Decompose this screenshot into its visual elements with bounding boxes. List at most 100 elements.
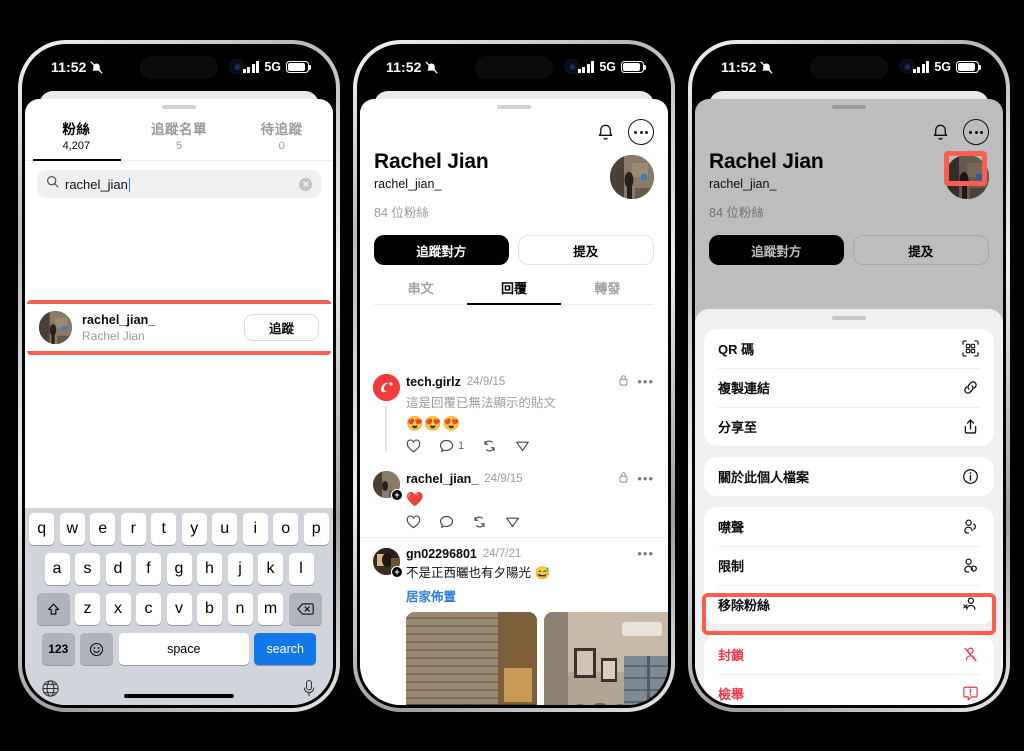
like-icon[interactable] bbox=[406, 439, 421, 453]
result-display-name: Rachel Jian bbox=[82, 328, 145, 343]
share-icon[interactable] bbox=[505, 515, 520, 529]
post-image[interactable] bbox=[544, 612, 668, 705]
add-badge-icon[interactable]: + bbox=[391, 566, 403, 579]
key-c[interactable]: c bbox=[136, 593, 161, 625]
action-copy-link[interactable]: 複製連結 bbox=[704, 368, 994, 407]
bell-icon[interactable] bbox=[592, 119, 618, 145]
key-k[interactable]: k bbox=[258, 553, 283, 585]
status-bar: 11:52 5G bbox=[25, 47, 333, 91]
key-d[interactable]: d bbox=[105, 553, 131, 585]
search-key[interactable]: search bbox=[254, 633, 317, 665]
action-block[interactable]: 封鎖 bbox=[704, 635, 994, 674]
replies-feed[interactable]: tech.girlz 24/9/15 ••• 這是回覆已無法顯示的貼文 😍😍😍 … bbox=[360, 364, 668, 705]
search-input[interactable]: rachel_jian bbox=[37, 170, 321, 198]
key-h[interactable]: h bbox=[197, 553, 222, 585]
avatar[interactable] bbox=[373, 374, 400, 401]
action-restrict[interactable]: 限制 bbox=[704, 546, 994, 585]
action-label: 複製連結 bbox=[718, 381, 771, 396]
home-indicator[interactable] bbox=[124, 693, 234, 698]
profile-followers-count: 84 位粉絲 bbox=[374, 206, 429, 220]
key-q[interactable]: q bbox=[29, 513, 55, 545]
tab-pending-label: 待追蹤 bbox=[260, 122, 303, 137]
post-actions: 1 bbox=[406, 439, 654, 455]
key-b[interactable]: b bbox=[197, 593, 222, 625]
follow-back-button[interactable]: 追蹤對方 bbox=[374, 235, 509, 265]
post-body: gn02296801 24/7/21 ••• 不是正西曬也有夕陽光 😅 居家佈置 bbox=[406, 547, 668, 705]
action-about-profile[interactable]: 關於此個人檔案 bbox=[704, 457, 994, 496]
globe-icon[interactable] bbox=[41, 679, 60, 703]
action-mute[interactable]: 噤聲 bbox=[704, 507, 994, 546]
post-username[interactable]: gn02296801 bbox=[406, 547, 477, 561]
like-icon[interactable] bbox=[406, 515, 421, 529]
key-j[interactable]: j bbox=[227, 553, 253, 585]
search-icon bbox=[46, 175, 59, 193]
comment-icon[interactable]: 1 bbox=[439, 439, 464, 453]
microphone-icon[interactable] bbox=[301, 679, 317, 703]
clear-circle-icon[interactable] bbox=[299, 177, 312, 191]
emoji-smiley-icon[interactable] bbox=[80, 633, 114, 665]
tab-followers[interactable]: 粉絲 4,207 bbox=[25, 115, 128, 160]
repost-icon[interactable] bbox=[472, 515, 487, 529]
action-qr-code[interactable]: QR 碼 bbox=[704, 329, 994, 368]
key-s[interactable]: s bbox=[75, 553, 100, 585]
action-share-to[interactable]: 分享至 bbox=[704, 407, 994, 446]
keyboard-row-3: z x c v b n m bbox=[25, 593, 333, 625]
post-hashtag[interactable]: 居家佈置 bbox=[406, 586, 654, 605]
mention-button[interactable]: 提及 bbox=[517, 235, 654, 265]
key-n[interactable]: n bbox=[227, 593, 253, 625]
key-i[interactable]: i bbox=[242, 513, 268, 545]
tab-replies[interactable]: 回覆 bbox=[467, 278, 560, 304]
tab-threads[interactable]: 串文 bbox=[374, 278, 467, 304]
share-icon[interactable] bbox=[515, 439, 530, 453]
add-badge-icon[interactable]: + bbox=[391, 489, 403, 502]
backspace-icon[interactable] bbox=[288, 593, 322, 625]
key-o[interactable]: o bbox=[273, 513, 299, 545]
key-v[interactable]: v bbox=[166, 593, 192, 625]
key-l[interactable]: l bbox=[288, 553, 314, 585]
key-u[interactable]: u bbox=[212, 513, 238, 545]
key-y[interactable]: y bbox=[181, 513, 207, 545]
comment-icon[interactable] bbox=[439, 515, 454, 529]
more-dots-icon[interactable]: ••• bbox=[637, 375, 654, 388]
key-x[interactable]: x bbox=[105, 593, 131, 625]
follow-button[interactable]: 追蹤 bbox=[244, 314, 319, 341]
link-icon bbox=[960, 378, 980, 398]
tab-reposts[interactable]: 轉發 bbox=[561, 278, 654, 304]
numbers-key[interactable]: 123 bbox=[41, 633, 75, 665]
tab-pending[interactable]: 待追蹤 0 bbox=[230, 115, 333, 160]
key-z[interactable]: z bbox=[75, 593, 100, 625]
action-sheet-grabber[interactable] bbox=[832, 316, 866, 320]
action-report[interactable]: 檢舉 bbox=[704, 674, 994, 705]
status-time: 11:52 bbox=[386, 59, 422, 75]
post-item[interactable]: + gn02296801 24/7/21 ••• 不是正西曬也有夕陽光 😅 居家… bbox=[360, 537, 668, 705]
post-image-carousel[interactable] bbox=[406, 612, 668, 705]
result-username: rachel_jian_ bbox=[82, 312, 156, 327]
post-image[interactable] bbox=[406, 612, 537, 705]
key-t[interactable]: t bbox=[151, 513, 177, 545]
post-item[interactable]: tech.girlz 24/9/15 ••• 這是回覆已無法顯示的貼文 😍😍😍 … bbox=[360, 364, 668, 461]
more-dots-icon[interactable]: ••• bbox=[637, 547, 654, 560]
more-ellipsis-icon[interactable] bbox=[628, 119, 654, 145]
profile-action-sheet: QR 碼 複製連結 分享至 關於此個人檔案 噤聲 限制 移除粉絲 封鎖 檢舉 bbox=[695, 309, 1003, 705]
post-item[interactable]: + rachel_jian_ 24/9/15 ••• ❤️ bbox=[360, 461, 668, 537]
key-e[interactable]: e bbox=[90, 513, 116, 545]
key-a[interactable]: a bbox=[44, 553, 70, 585]
profile-avatar[interactable] bbox=[610, 155, 654, 199]
key-p[interactable]: p bbox=[303, 513, 329, 545]
more-dots-icon[interactable]: ••• bbox=[637, 472, 654, 485]
key-w[interactable]: w bbox=[59, 513, 85, 545]
tab-following-count: 5 bbox=[175, 140, 183, 152]
key-r[interactable]: r bbox=[120, 513, 146, 545]
bell-slash-icon bbox=[90, 61, 103, 74]
tab-following[interactable]: 追蹤名單 5 bbox=[128, 115, 231, 160]
search-result-row[interactable]: rachel_jian_ Rachel Jian 追蹤 bbox=[25, 304, 333, 351]
key-f[interactable]: f bbox=[136, 553, 161, 585]
repost-icon[interactable] bbox=[482, 439, 497, 453]
space-key[interactable]: space bbox=[118, 633, 249, 665]
post-username[interactable]: tech.girlz bbox=[406, 375, 461, 389]
key-g[interactable]: g bbox=[166, 553, 192, 585]
shift-arrow-icon[interactable] bbox=[36, 593, 70, 625]
dynamic-island bbox=[475, 56, 553, 79]
key-m[interactable]: m bbox=[258, 593, 283, 625]
post-username[interactable]: rachel_jian_ bbox=[406, 472, 478, 486]
